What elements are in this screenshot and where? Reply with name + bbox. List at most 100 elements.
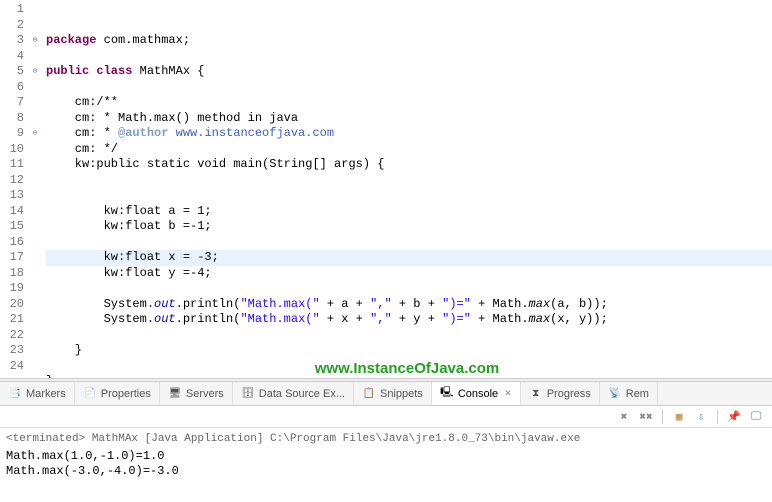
code-line[interactable] [46,235,772,251]
fold-marker [28,95,42,111]
line-number: 18 [0,266,24,282]
console-icon: 🖳 [440,387,454,401]
fold-marker [28,80,42,96]
code-line[interactable]: kw:float x = -3; [46,250,772,266]
tab-label: Snippets [380,388,423,400]
code-line[interactable] [46,80,772,96]
display-console-icon[interactable]: 🖵 [748,409,764,425]
tab-label: Data Source Ex... [259,388,345,400]
fold-marker [28,111,42,127]
fold-marker [28,235,42,251]
line-number-gutter: 123456789101112131415161718192021222324 [0,0,28,378]
line-number: 11 [0,157,24,173]
console-toolbar: ✖ ✖✖ ▦ ⇩ 📌 🖵 [0,406,772,428]
tab-label: Markers [26,388,66,400]
clear-console-icon[interactable]: ▦ [671,409,687,425]
line-number: 1 [0,2,24,18]
line-number: 2 [0,18,24,34]
pin-console-icon[interactable]: 📌 [726,409,742,425]
tab-label: Progress [547,388,591,400]
code-line[interactable] [46,188,772,204]
remove-all-icon[interactable]: ✖✖ [638,409,654,425]
tab-console[interactable]: 🖳 Console ✕ [432,382,521,405]
fold-marker[interactable]: ⊖ [28,33,42,49]
code-line[interactable]: kw:float b =-1; [46,219,772,235]
fold-marker [28,18,42,34]
tab-properties[interactable]: 📄Properties [75,382,160,405]
console-process-title: <terminated> MathMAx [Java Application] … [6,432,766,447]
line-number: 6 [0,80,24,96]
code-line[interactable]: kw:public static void main(String[] args… [46,157,772,173]
console-line: Math.max(1.0,-1.0)=1.0 [6,449,766,464]
separator [717,410,718,424]
code-line[interactable]: System.out.println("Math.max(" + x + ","… [46,312,772,328]
rem-icon: 📡 [608,387,622,401]
line-number: 23 [0,343,24,359]
remove-terminated-icon[interactable]: ✖ [616,409,632,425]
tab-datasource[interactable]: 🗄 Data Source Ex... [233,382,354,405]
tab-label: Properties [101,388,151,400]
code-line[interactable]: } [46,343,772,359]
separator [662,410,663,424]
fold-marker [28,312,42,328]
line-number: 24 [0,359,24,375]
line-number: 3 [0,33,24,49]
code-line[interactable]: cm: * Math.max() method in java [46,111,772,127]
line-number: 14 [0,204,24,220]
line-number: 4 [0,49,24,65]
tab-servers[interactable]: 🖥Servers [160,382,233,405]
code-line[interactable] [46,281,772,297]
code-line[interactable] [46,173,772,189]
code-line[interactable]: cm:/** [46,95,772,111]
line-number: 20 [0,297,24,313]
code-line[interactable] [46,328,772,344]
line-number: 12 [0,173,24,189]
code-line[interactable]: kw:float a = 1; [46,204,772,220]
console-output[interactable]: <terminated> MathMAx [Java Application] … [0,428,772,483]
fold-marker [28,204,42,220]
code-line[interactable] [46,49,772,65]
snippets-icon: 📋 [362,387,376,401]
folding-gutter: ⊖ ⊖ ⊖ [28,0,42,378]
code-line[interactable]: cm: */ [46,142,772,158]
line-number: 9 [0,126,24,142]
tab-label: Console [458,388,498,400]
fold-marker [28,281,42,297]
fold-marker[interactable]: ⊖ [28,64,42,80]
tab-markers[interactable]: 📑 Markers [0,382,75,405]
fold-marker [28,173,42,189]
line-number: 5 [0,64,24,80]
fold-marker [28,266,42,282]
tab-snippets[interactable]: 📋 Snippets [354,382,432,405]
fold-marker [28,2,42,18]
code-line[interactable]: public class MathMAx { [46,64,772,80]
code-content[interactable]: package com.mathmax; public class MathMAx… [42,0,772,378]
progress-icon: ⧗ [529,387,543,401]
markers-icon: 📑 [8,387,22,401]
line-number: 10 [0,142,24,158]
fold-marker[interactable]: ⊖ [28,126,42,142]
line-number: 21 [0,312,24,328]
tab-label: Servers [186,388,224,400]
fold-marker [28,157,42,173]
scroll-lock-icon[interactable]: ⇩ [693,409,709,425]
code-line[interactable]: package com.mathmax; [46,33,772,49]
fold-marker [28,297,42,313]
watermark-text: www.InstanceOfJava.com [315,361,500,377]
fold-marker [28,142,42,158]
datasource-icon: 🗄 [241,387,255,401]
tab-progress[interactable]: ⧗ Progress [521,382,600,405]
close-icon[interactable]: ✕ [504,388,512,399]
line-number: 17 [0,250,24,266]
console-line: Math.max(-3.0,-4.0)=-3.0 [6,464,766,479]
code-line[interactable]: kw:float y =-4; [46,266,772,282]
line-number: 7 [0,95,24,111]
line-number: 13 [0,188,24,204]
code-line[interactable]: System.out.println("Math.max(" + a + ","… [46,297,772,313]
fold-marker [28,49,42,65]
code-line[interactable]: cm: * @author www.instanceofjava.com [46,126,772,142]
line-number: 19 [0,281,24,297]
line-number: 8 [0,111,24,127]
fold-marker [28,328,42,344]
tab-rem[interactable]: 📡Rem [600,382,658,405]
